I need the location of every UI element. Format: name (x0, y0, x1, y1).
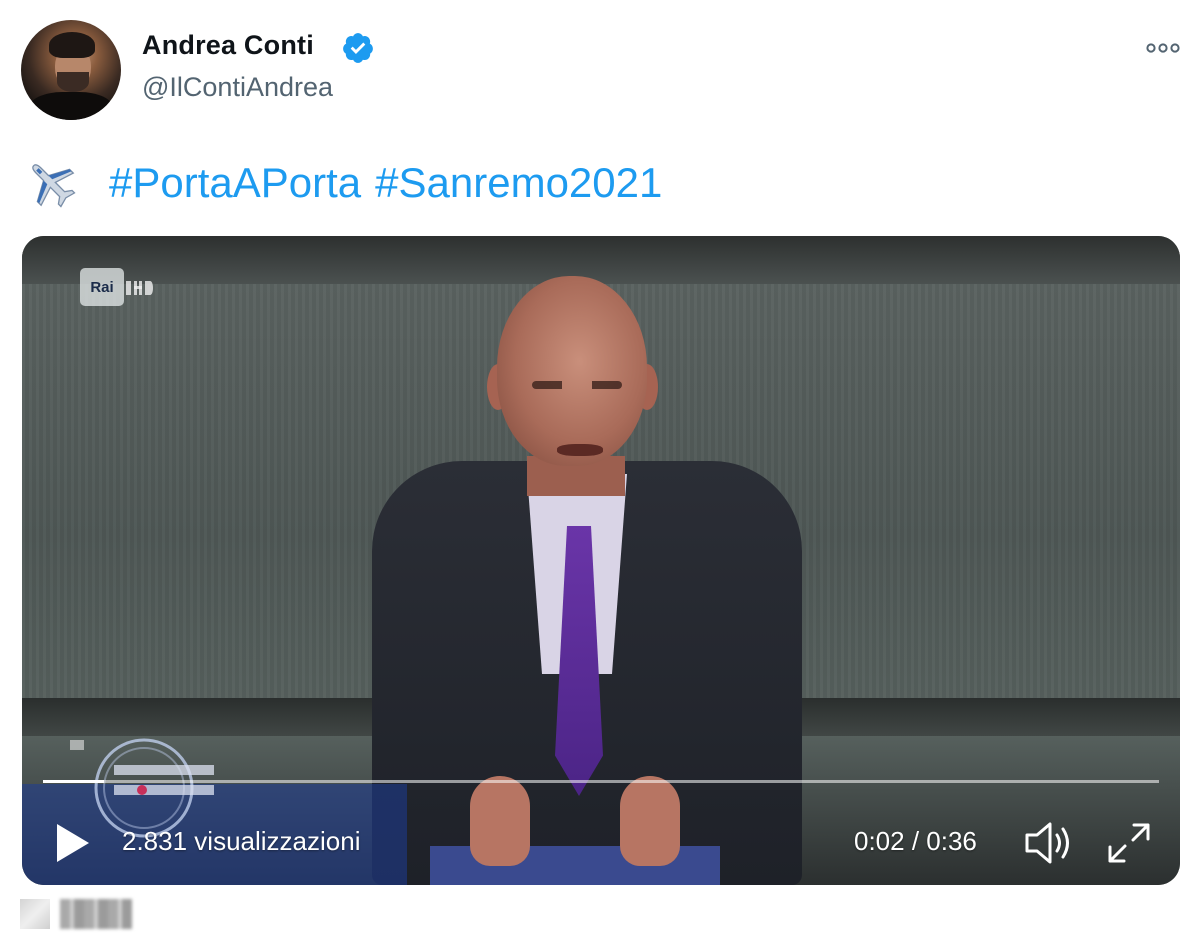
progress-bar[interactable] (43, 780, 1159, 783)
view-count: 2.831 visualizzazioni (122, 826, 361, 856)
blurred-footer (20, 899, 132, 929)
more-options-button[interactable] (1143, 34, 1183, 62)
fullscreen-button[interactable] (1107, 822, 1151, 864)
volume-button[interactable] (1024, 820, 1074, 866)
tweet-text: #PortaAPorta #Sanremo2021 (22, 155, 676, 211)
time-display: 0:02 / 0:36 (854, 826, 977, 856)
author-avatar[interactable] (21, 20, 121, 120)
hashtag-link[interactable]: #PortaAPorta (109, 155, 361, 211)
channel-logo: Rai (80, 268, 124, 306)
author-handle[interactable]: @IlContiAndrea (142, 72, 333, 103)
author-display-name[interactable]: Andrea Conti (142, 30, 314, 61)
hashtag-link[interactable]: #Sanremo2021 (375, 155, 662, 211)
progress-fill (43, 780, 105, 783)
tweet-card: Andrea Conti @IlContiAndrea #PortaAPorta… (0, 0, 1200, 947)
video-player[interactable]: Rai 2.831 visualizzazioni 0:02 / 0:36 (22, 236, 1180, 885)
verified-badge-icon (343, 33, 373, 63)
play-button[interactable] (54, 822, 92, 864)
airplane-emoji-icon (32, 164, 76, 208)
more-horizontal-icon (1146, 43, 1180, 53)
channel-logo-mark (126, 280, 184, 300)
